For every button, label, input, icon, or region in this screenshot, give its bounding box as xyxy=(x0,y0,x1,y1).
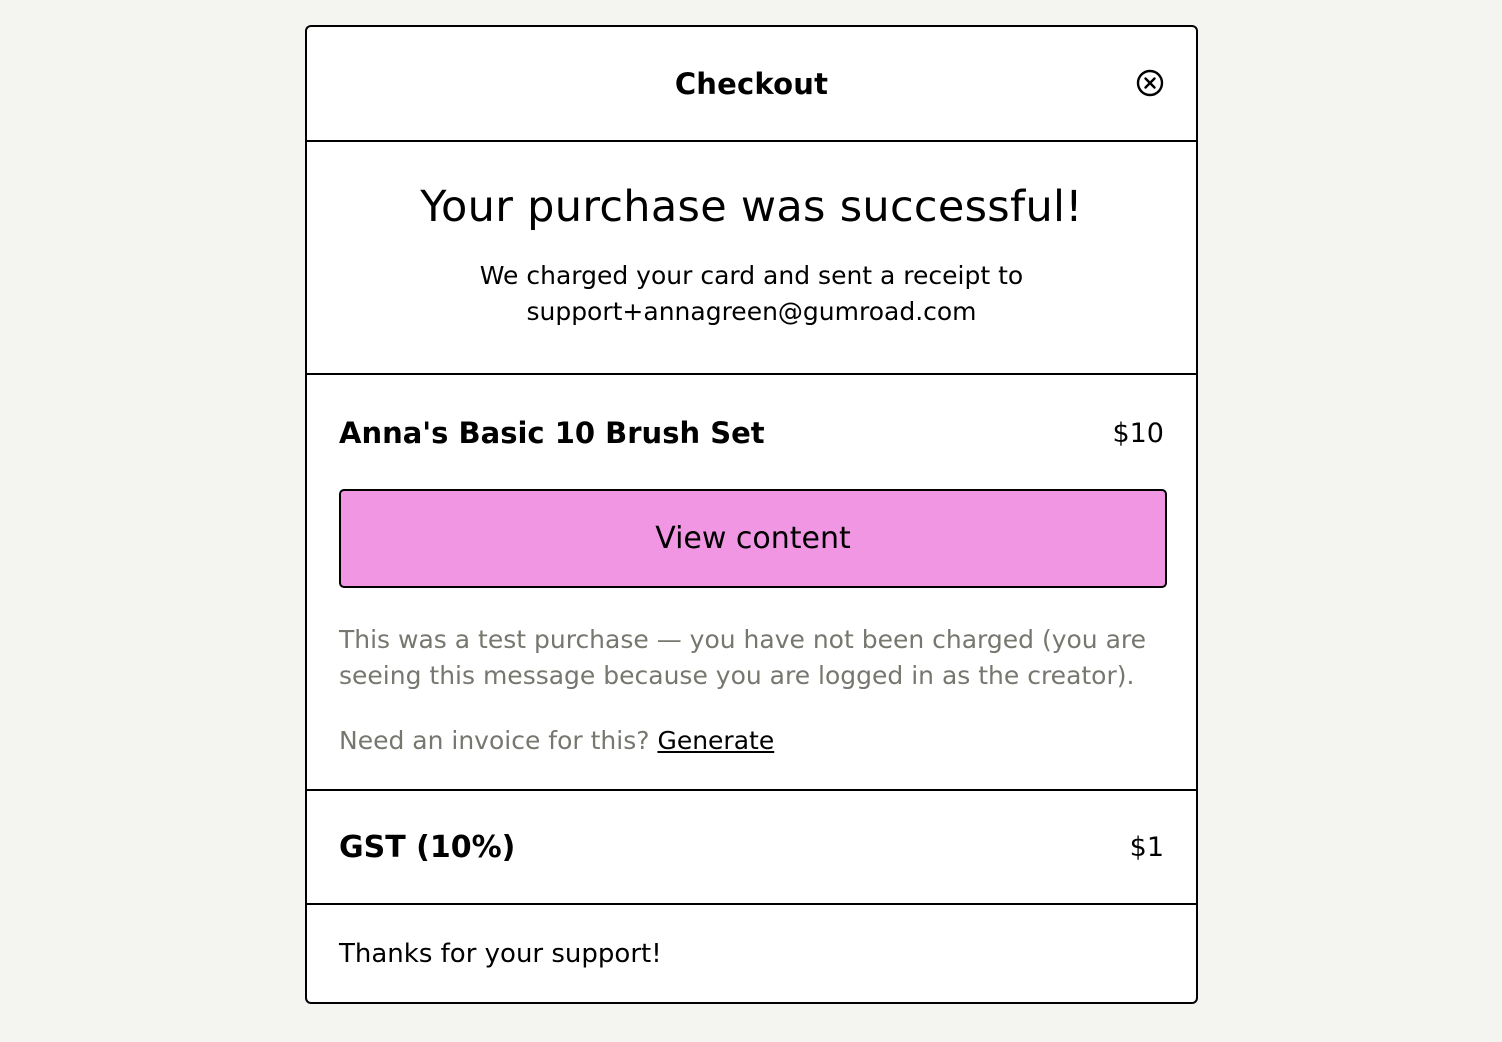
product-name: Anna's Basic 10 Brush Set xyxy=(339,416,765,450)
invoice-prompt: Need an invoice for this? xyxy=(339,726,658,755)
thanks-message: Thanks for your support! xyxy=(307,905,1196,1002)
checkout-modal: Checkout Your purchase was successful! W… xyxy=(305,25,1198,1004)
generate-invoice-link[interactable]: Generate xyxy=(657,726,774,755)
receipt-message: We charged your card and sent a receipt … xyxy=(479,261,1024,326)
success-title: Your purchase was successful! xyxy=(420,182,1083,232)
product-row: Anna's Basic 10 Brush Set $10 xyxy=(339,413,1164,453)
modal-title: Checkout xyxy=(674,66,829,101)
invoice-row: Need an invoice for this? Generate xyxy=(339,726,1164,755)
thanks-text: Thanks for your support! xyxy=(339,938,662,969)
product-price: $10 xyxy=(1112,417,1164,449)
success-section: Your purchase was successful! We charged… xyxy=(307,142,1196,375)
tax-row: GST (10%) $1 xyxy=(307,791,1196,905)
tax-label: GST (10%) xyxy=(339,829,516,865)
modal-header: Checkout xyxy=(307,27,1196,142)
product-section: Anna's Basic 10 Brush Set $10 View conte… xyxy=(307,375,1196,791)
view-content-button[interactable]: View content xyxy=(339,489,1167,588)
close-icon[interactable] xyxy=(1136,69,1164,97)
tax-amount: $1 xyxy=(1129,831,1164,863)
test-purchase-note: This was a test purchase — you have not … xyxy=(339,625,1147,690)
